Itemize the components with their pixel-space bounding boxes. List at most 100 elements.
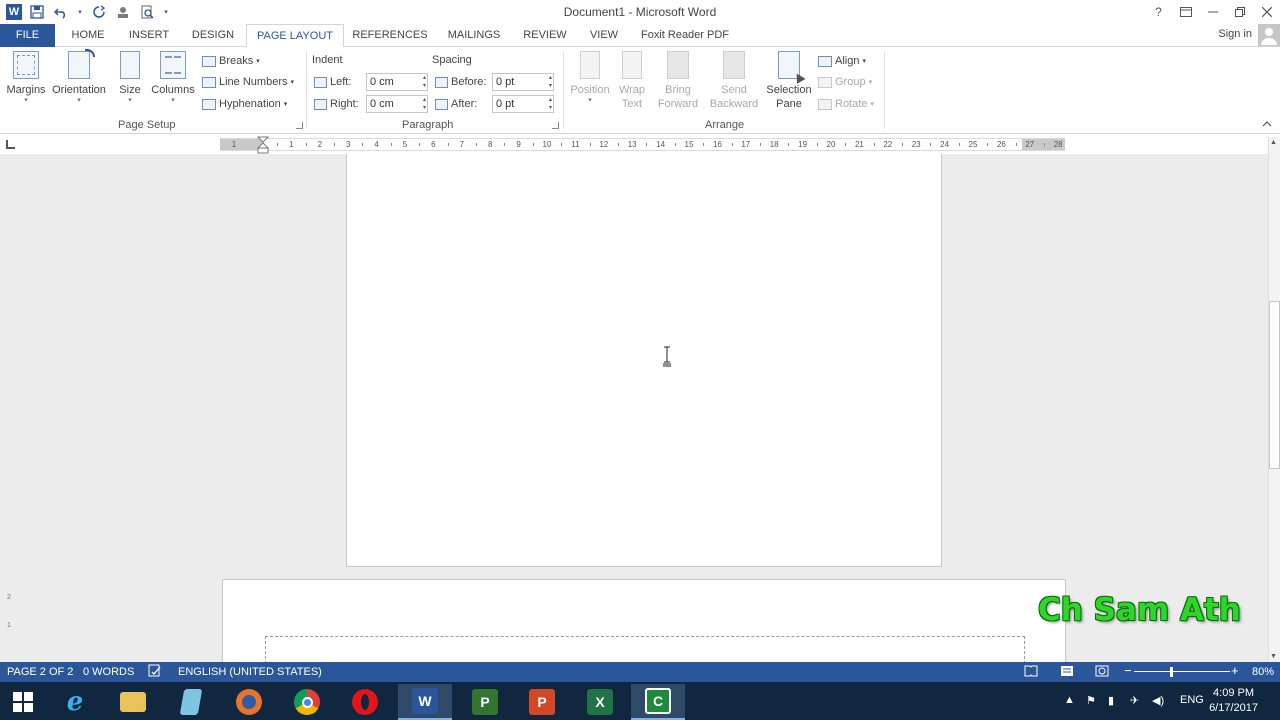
- page-setup-group-label: Page Setup: [118, 119, 176, 131]
- spinner-arrows-icon[interactable]: ▴ ▾: [549, 96, 552, 112]
- proofing-icon[interactable]: [148, 664, 162, 681]
- tab-page-layout[interactable]: PAGE LAYOUT: [246, 24, 344, 48]
- tab-references[interactable]: REFERENCES: [350, 24, 430, 47]
- restore-icon[interactable]: [1226, 0, 1253, 24]
- zoom-slider[interactable]: [1134, 671, 1230, 672]
- camtasia-taskbar-icon[interactable]: C: [631, 684, 685, 720]
- opera-icon[interactable]: [338, 684, 392, 720]
- tab-review[interactable]: REVIEW: [517, 24, 573, 47]
- zoom-in-icon[interactable]: +: [1231, 663, 1239, 678]
- ruler-tick: [618, 143, 619, 146]
- line-numbers-button[interactable]: Line Numbers ▾: [202, 74, 294, 90]
- spacing-before-label: Before:: [451, 76, 487, 88]
- excel-taskbar-icon[interactable]: X: [573, 684, 627, 720]
- tab-design[interactable]: DESIGN: [185, 24, 241, 47]
- tab-home[interactable]: HOME: [62, 24, 114, 47]
- page-count-status[interactable]: PAGE 2 OF 2: [7, 666, 73, 678]
- tab-foxit-reader-pdf[interactable]: Foxit Reader PDF: [636, 24, 734, 47]
- account-avatar-icon[interactable]: [1258, 24, 1280, 46]
- size-button[interactable]: Size ▾: [116, 51, 144, 105]
- indent-right-input[interactable]: 0 cm ▴ ▾: [366, 95, 428, 113]
- orientation-button[interactable]: Orientation ▾: [50, 49, 108, 105]
- document-canvas[interactable]: [0, 154, 1268, 662]
- indent-right-label-group: Right:: [314, 96, 359, 112]
- airplane-mode-icon[interactable]: ✈: [1130, 694, 1139, 707]
- spinner-arrows-icon[interactable]: ▴ ▾: [423, 96, 426, 112]
- ruler-tick: [504, 143, 506, 146]
- document-page-2[interactable]: [222, 579, 1066, 662]
- collapse-ribbon-icon[interactable]: [1262, 119, 1272, 130]
- ruler-number: 25: [968, 140, 978, 149]
- file-explorer-icon[interactable]: [106, 684, 160, 720]
- zoom-slider-thumb[interactable]: [1170, 667, 1173, 677]
- minimize-icon[interactable]: [1199, 0, 1226, 24]
- read-mode-icon[interactable]: [1024, 665, 1038, 680]
- show-hidden-icons[interactable]: ▲: [1064, 694, 1075, 706]
- ribbon-display-options-icon[interactable]: [1172, 0, 1199, 24]
- indent-marker-icon[interactable]: [257, 136, 269, 154]
- start-button[interactable]: [0, 684, 46, 720]
- close-icon[interactable]: [1253, 0, 1280, 24]
- input-language[interactable]: ENG: [1180, 694, 1204, 706]
- bring-forward-button[interactable]: Bring Forward: [652, 51, 704, 111]
- send-backward-button[interactable]: Send Backward: [705, 51, 763, 111]
- group-button[interactable]: Group ▾: [818, 74, 872, 90]
- wrap-text-button[interactable]: Wrap Text: [614, 51, 650, 111]
- margins-button[interactable]: Margins ▾: [5, 51, 47, 105]
- columns-button[interactable]: Columns ▾: [150, 51, 196, 105]
- indent-left-input[interactable]: 0 cm ▴ ▾: [366, 73, 428, 91]
- taskbar-clock[interactable]: 4:09 PM 6/17/2017: [1209, 686, 1258, 716]
- spinner-arrows-icon[interactable]: ▴ ▾: [423, 74, 426, 90]
- tab-insert[interactable]: INSERT: [122, 24, 176, 47]
- rotate-button[interactable]: Rotate ▾: [818, 96, 874, 112]
- vertical-scrollbar[interactable]: ▲ ▼: [1268, 137, 1280, 662]
- vertical-ruler-number: 1: [7, 622, 11, 629]
- network-icon[interactable]: ▮: [1108, 694, 1114, 707]
- internet-explorer-icon[interactable]: e: [48, 684, 102, 720]
- horizontal-ruler[interactable]: 1 1 2 3 4 5 6 7 8 9 10 11 12 13 14 15 16 17 18 19 20 21 22 23 24…: [220, 138, 1065, 151]
- header-area[interactable]: [265, 636, 1025, 662]
- spinner-arrows-icon[interactable]: ▴ ▾: [549, 74, 552, 90]
- position-button[interactable]: Position ▾: [568, 51, 612, 105]
- page-setup-launcher-icon[interactable]: [296, 122, 303, 129]
- chrome-icon[interactable]: [280, 684, 334, 720]
- help-button[interactable]: ?: [1145, 0, 1172, 24]
- zoom-level[interactable]: 80%: [1252, 666, 1274, 678]
- tab-view[interactable]: VIEW: [583, 24, 625, 47]
- tab-file[interactable]: FILE: [0, 24, 55, 47]
- powerpoint-taskbar-icon[interactable]: P: [515, 684, 569, 720]
- document-page-1[interactable]: [346, 154, 942, 567]
- hyphenation-button[interactable]: Hyphenation ▾: [202, 96, 287, 112]
- tab-mailings[interactable]: MAILINGS: [440, 24, 508, 47]
- zoom-out-icon[interactable]: −: [1124, 663, 1132, 678]
- language-status[interactable]: ENGLISH (UNITED STATES): [178, 666, 322, 678]
- paragraph-launcher-icon[interactable]: [552, 122, 559, 129]
- ruler-number: 6: [431, 140, 436, 149]
- notepad-icon[interactable]: [164, 684, 218, 720]
- scroll-up-icon[interactable]: ▲: [1270, 139, 1277, 146]
- ruler-tick: [646, 143, 648, 146]
- action-center-flag-icon[interactable]: ⚑: [1086, 694, 1096, 707]
- word-count-status[interactable]: 0 WORDS: [83, 666, 134, 678]
- web-layout-icon[interactable]: [1095, 665, 1109, 680]
- selection-pane-label-2: Pane: [776, 98, 802, 110]
- scroll-down-icon[interactable]: ▼: [1270, 653, 1277, 660]
- tab-selector-icon[interactable]: [6, 140, 15, 149]
- scrollbar-thumb[interactable]: [1269, 301, 1280, 469]
- selection-pane-button[interactable]: Selection Pane: [765, 51, 813, 111]
- project-taskbar-icon[interactable]: P: [458, 684, 512, 720]
- breaks-button[interactable]: Breaks ▾: [202, 53, 260, 69]
- spacing-after-input[interactable]: 0 pt ▴ ▾: [492, 95, 554, 113]
- columns-label: Columns: [151, 84, 195, 96]
- hyphenation-label: Hyphenation: [219, 98, 281, 110]
- sign-in-link[interactable]: Sign in: [1218, 28, 1252, 40]
- volume-icon[interactable]: ◀): [1152, 694, 1164, 707]
- word-taskbar-icon[interactable]: W: [398, 684, 452, 720]
- indent-right-icon: [314, 98, 327, 110]
- ruler-tick: [760, 143, 761, 146]
- print-layout-icon[interactable]: [1060, 665, 1074, 680]
- firefox-icon[interactable]: [222, 684, 276, 720]
- align-button[interactable]: Align ▾: [818, 53, 866, 69]
- ruler-tick: [873, 143, 875, 146]
- spacing-before-input[interactable]: 0 pt ▴ ▾: [492, 73, 554, 91]
